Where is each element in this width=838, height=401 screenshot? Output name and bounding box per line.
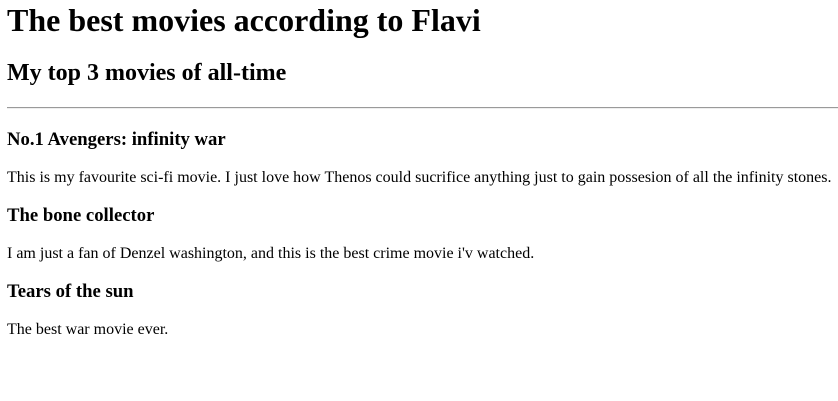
page-subtitle: My top 3 movies of all-time	[7, 60, 287, 86]
movie-description: The best war movie ever.	[7, 321, 169, 338]
movie-heading: The bone collector	[7, 205, 155, 226]
movie-heading: Tears of the sun	[7, 281, 134, 302]
movie-heading: No.1 Avengers: infinity war	[7, 129, 226, 150]
movie-entry-1: No.1 Avengers: infinity war This is my f…	[7, 129, 838, 187]
page-title: The best movies according to Flavi	[7, 2, 481, 38]
movie-entry-3: Tears of the sun The best war movie ever…	[7, 281, 838, 339]
movie-entry-2: The bone collector I am just a fan of De…	[7, 205, 838, 263]
movie-description: I am just a fan of Denzel washington, an…	[7, 245, 535, 262]
page-body: The best movies according to Flavi My to…	[0, 0, 838, 339]
divider	[7, 107, 838, 109]
movie-description: This is my favourite sci-fi movie. I jus…	[7, 169, 832, 186]
